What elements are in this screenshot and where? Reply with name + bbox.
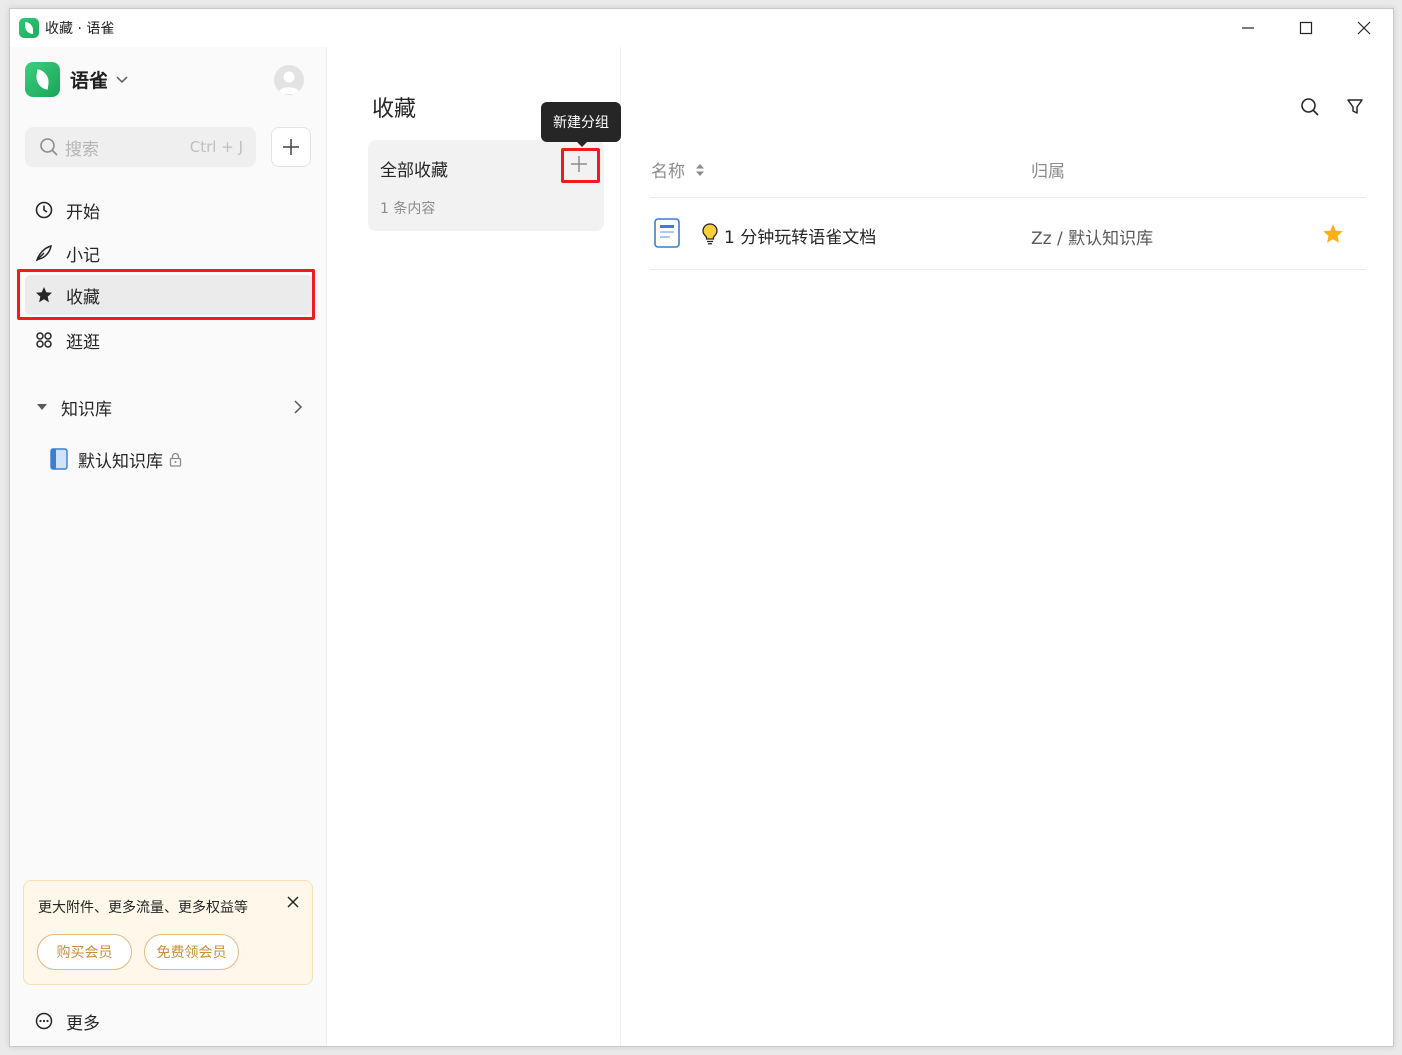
yuque-brand-icon <box>25 62 60 97</box>
nav-label: 逛逛 <box>66 332 100 353</box>
yuque-logo-icon <box>19 18 39 38</box>
search-placeholder: 搜索 <box>65 139 99 160</box>
column-name-label: 名称 <box>651 162 685 182</box>
lightbulb-icon <box>702 223 718 245</box>
brand-switcher[interactable]: 语雀 <box>25 62 128 97</box>
buy-membership-button[interactable]: 购买会员 <box>37 934 132 970</box>
promo-text: 更大附件、更多流量、更多权益等 <box>38 900 248 916</box>
chevron-right-icon <box>294 400 303 414</box>
clock-icon <box>35 201 53 219</box>
new-group-button[interactable] <box>563 150 595 178</box>
knowledge-base-item[interactable]: 默认知识库 <box>50 439 182 479</box>
close-icon[interactable] <box>286 895 300 909</box>
brand-name: 语雀 <box>70 70 109 92</box>
more-icon <box>35 1012 53 1030</box>
close-icon <box>1357 21 1371 35</box>
column-header-name[interactable]: 名称 <box>651 157 705 182</box>
filter-button[interactable] <box>1343 95 1367 119</box>
favorites-groups-panel: 收藏 全部收藏 1 条内容 <box>328 47 621 1046</box>
document-icon <box>654 218 680 248</box>
header-divider <box>650 197 1366 198</box>
title-bar: 收藏 · 语雀 <box>10 9 1393 47</box>
nav-item-favorites[interactable]: 收藏 <box>25 275 313 315</box>
apps-icon <box>36 332 52 348</box>
star-icon <box>36 287 52 303</box>
caret-down-icon <box>37 404 47 410</box>
minimize-icon <box>1242 27 1254 29</box>
close-window-button[interactable] <box>1335 9 1393 47</box>
search-input[interactable]: 搜索 Ctrl + J <box>25 127 256 167</box>
group-count: 1 条内容 <box>380 201 436 217</box>
free-membership-button[interactable]: 免费领会员 <box>144 934 239 970</box>
maximize-icon <box>1299 21 1313 35</box>
nav-item-explore[interactable]: 逛逛 <box>25 320 313 360</box>
table-row[interactable]: 1 分钟玩转语雀文档 Zz / 默认知识库 <box>650 209 1366 261</box>
nav-label: 收藏 <box>66 287 100 308</box>
search-shortcut: Ctrl + J <box>189 138 243 156</box>
group-name: 全部收藏 <box>380 161 448 181</box>
app-window: 收藏 · 语雀 语雀 搜索 Ctrl + J 开始 小记 收藏 逛逛 知识库 默… <box>9 8 1394 1047</box>
membership-promo: 更大附件、更多流量、更多权益等 购买会员 免费领会员 <box>23 880 313 985</box>
user-icon <box>278 71 300 94</box>
sidebar: 语雀 搜索 Ctrl + J 开始 小记 收藏 逛逛 知识库 默认知识库 更大附… <box>10 47 327 1046</box>
sort-icon <box>696 163 704 176</box>
knowledge-base-label: 知识库 <box>61 399 112 420</box>
star-filled-icon[interactable] <box>1322 223 1344 245</box>
nav-item-start[interactable]: 开始 <box>25 190 313 230</box>
plus-icon <box>571 156 587 172</box>
window-title: 收藏 · 语雀 <box>45 21 115 37</box>
book-icon <box>50 448 68 470</box>
group-card-all[interactable]: 全部收藏 1 条内容 <box>368 140 604 231</box>
nav-item-notes[interactable]: 小记 <box>25 233 313 273</box>
favorites-list: 名称 归属 1 分钟玩转语雀文档 Zz / 默认知识库 <box>622 47 1393 1046</box>
search-button[interactable] <box>1298 95 1322 119</box>
row-title[interactable]: 1 分钟玩转语雀文档 <box>724 223 876 248</box>
lock-icon <box>169 452 182 467</box>
page-title: 收藏 <box>372 97 417 122</box>
avatar[interactable] <box>274 65 304 95</box>
add-button[interactable] <box>271 127 311 167</box>
row-owner[interactable]: Zz / 默认知识库 <box>1031 224 1153 249</box>
search-icon <box>40 138 58 156</box>
row-divider <box>650 269 1366 270</box>
nav-label: 开始 <box>66 202 100 223</box>
maximize-button[interactable] <box>1277 9 1335 47</box>
plus-icon <box>283 139 299 155</box>
chevron-down-icon <box>116 75 128 83</box>
knowledge-base-item-label: 默认知识库 <box>78 451 163 472</box>
minimize-button[interactable] <box>1219 9 1277 47</box>
more-button[interactable]: 更多 <box>25 1001 100 1041</box>
filter-icon <box>1347 99 1363 114</box>
search-icon <box>1301 98 1319 116</box>
new-group-tooltip: 新建分组 <box>541 102 621 147</box>
column-owner-label: 归属 <box>1031 162 1065 182</box>
more-label: 更多 <box>66 1013 100 1034</box>
feather-icon <box>35 244 52 262</box>
nav-label: 小记 <box>66 245 100 266</box>
column-header-owner: 归属 <box>1031 157 1065 182</box>
knowledge-base-header[interactable]: 知识库 <box>25 387 313 427</box>
